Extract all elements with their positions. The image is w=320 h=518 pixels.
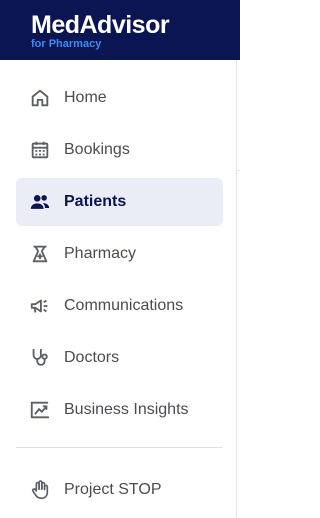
sidebar-item-patients[interactable]: Patients	[16, 178, 223, 226]
sidebar-item-doctors[interactable]: Doctors	[16, 334, 223, 382]
sidebar-item-label: Pharmacy	[64, 245, 137, 262]
sidebar-item-label: Bookings	[64, 141, 130, 158]
sidebar-item-label: Doctors	[64, 349, 120, 366]
megaphone-icon	[29, 295, 51, 317]
chart-icon	[29, 399, 51, 421]
sidebar-divider	[16, 447, 223, 448]
sidebar: Home Bookings Patients Pharmacy Communic…	[0, 60, 237, 518]
pharmacy-icon	[29, 243, 51, 265]
stethoscope-icon	[29, 347, 51, 369]
logo-subtitle: for Pharmacy	[31, 38, 102, 50]
sidebar-item-business-insights[interactable]: Business Insights	[16, 386, 223, 434]
medadvisor-logo[interactable]: MedAdvisor for Pharmacy	[31, 11, 170, 51]
calendar-icon	[29, 139, 51, 161]
hand-icon	[29, 479, 51, 501]
people-icon	[29, 191, 51, 213]
sidebar-item-bookings[interactable]: Bookings	[16, 126, 223, 174]
app-header: MedAdvisor for Pharmacy	[0, 0, 240, 60]
sidebar-item-label: Business Insights	[64, 401, 189, 418]
home-icon	[29, 87, 51, 109]
sidebar-item-label: Patients	[64, 193, 127, 210]
sidebar-item-project-stop[interactable]: Project STOP	[16, 466, 223, 514]
sidebar-item-label: Home	[64, 89, 107, 106]
sidebar-item-communications[interactable]: Communications	[16, 282, 223, 330]
sidebar-item-label: Communications	[64, 297, 184, 314]
logo-name: MedAdvisor	[31, 11, 170, 39]
content-edge	[237, 170, 240, 171]
sidebar-item-label: Project STOP	[64, 481, 162, 498]
sidebar-item-pharmacy[interactable]: Pharmacy	[16, 230, 223, 278]
sidebar-item-home[interactable]: Home	[16, 74, 223, 122]
